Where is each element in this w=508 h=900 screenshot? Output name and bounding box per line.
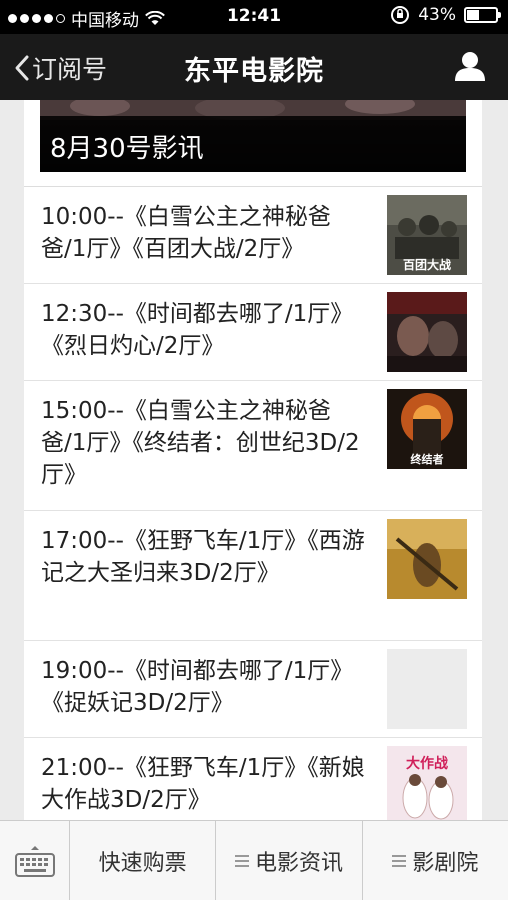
battery-icon <box>464 7 501 23</box>
keyboard-toggle-button[interactable] <box>0 821 70 900</box>
movie-poster-thumbnail: 大作战 <box>387 746 467 820</box>
poster-image <box>387 292 467 372</box>
page-title: 东平电影院 <box>184 56 324 87</box>
article-content: 8月30号影讯 10:00--《白雪公主之神秘爸爸/1厅》《百团大战/2厅》 百… <box>24 100 482 820</box>
movie-poster-thumbnail: 终结者 <box>387 389 467 469</box>
bottom-menu-bar: 快速购票 电影资讯 影剧院 <box>0 820 508 900</box>
battery-percent: 43% <box>418 5 456 25</box>
schedule-text: 15:00--《白雪公主之神秘爸爸/1厅》《终结者：创世纪3D/2厅》 <box>41 398 360 488</box>
poster-image: 大作战 <box>387 746 467 820</box>
poster-image: 终结者 <box>387 389 467 469</box>
schedule-text: 12:30--《时间都去哪了/1厅》《烈日灼心/2厅》 <box>41 301 354 359</box>
menu-label: 电影资讯 <box>254 850 343 876</box>
movie-poster-thumbnail <box>387 292 467 372</box>
movie-poster-thumbnail: 百团大战 <box>387 195 467 275</box>
battery-level <box>467 10 480 20</box>
menu-label: 快速购票 <box>98 850 187 876</box>
schedule-text: 19:00--《时间都去哪了/1厅》《捉妖记3D/2厅》 <box>41 658 354 716</box>
menu-label: 影剧院 <box>412 850 479 876</box>
poster-caption: 百团大战 <box>403 257 451 272</box>
schedule-item[interactable]: 12:30--《时间都去哪了/1厅》《烈日灼心/2厅》 <box>24 284 482 381</box>
keyboard-icon <box>14 846 55 877</box>
menu-movie-news[interactable]: 电影资讯 <box>216 821 363 900</box>
schedule-text: 21:00--《狂野飞车/1厅》《新娘大作战3D/2厅》 <box>41 755 365 813</box>
nav-bar: 订阅号 东平电影院 <box>0 34 508 100</box>
schedule-text: 17:00--《狂野飞车/1厅》《西游记之大圣归来3D/2厅》 <box>41 528 365 586</box>
menu-theater[interactable]: 影剧院 <box>363 821 508 900</box>
schedule-item[interactable]: 15:00--《白雪公主之神秘爸爸/1厅》《终结者：创世纪3D/2厅》 终结者 <box>24 381 482 511</box>
schedule-text: 10:00--《白雪公主之神秘爸爸/1厅》《百团大战/2厅》 <box>41 204 331 262</box>
movie-poster-placeholder <box>387 649 467 729</box>
profile-button[interactable] <box>454 50 486 86</box>
schedule-item[interactable]: 21:00--《狂野飞车/1厅》《新娘大作战3D/2厅》 大作战 <box>24 738 482 820</box>
schedule-item[interactable]: 10:00--《白雪公主之神秘爸爸/1厅》《百团大战/2厅》 百团大战 <box>24 187 482 284</box>
banner-image[interactable]: 8月30号影讯 <box>40 100 466 172</box>
poster-caption: 大作战 <box>406 755 448 772</box>
submenu-icon <box>234 854 249 867</box>
submenu-icon <box>392 854 407 867</box>
schedule-list: 10:00--《白雪公主之神秘爸爸/1厅》《百团大战/2厅》 百团大战 12:3… <box>24 187 482 820</box>
rotation-lock-icon <box>391 6 410 24</box>
status-right: 43% <box>390 5 501 25</box>
status-bar: 中国移动 12:41 43% <box>0 0 508 34</box>
movie-poster-thumbnail <box>387 519 467 599</box>
menu-quick-ticket[interactable]: 快速购票 <box>70 821 217 900</box>
banner-caption: 8月30号影讯 <box>40 116 466 172</box>
poster-image <box>387 519 467 599</box>
poster-caption: 终结者 <box>411 452 444 466</box>
schedule-item[interactable]: 17:00--《狂野飞车/1厅》《西游记之大圣归来3D/2厅》 <box>24 511 482 641</box>
schedule-item[interactable]: 19:00--《时间都去哪了/1厅》《捉妖记3D/2厅》 <box>24 641 482 738</box>
poster-image: 百团大战 <box>387 195 467 275</box>
user-icon <box>455 52 485 81</box>
